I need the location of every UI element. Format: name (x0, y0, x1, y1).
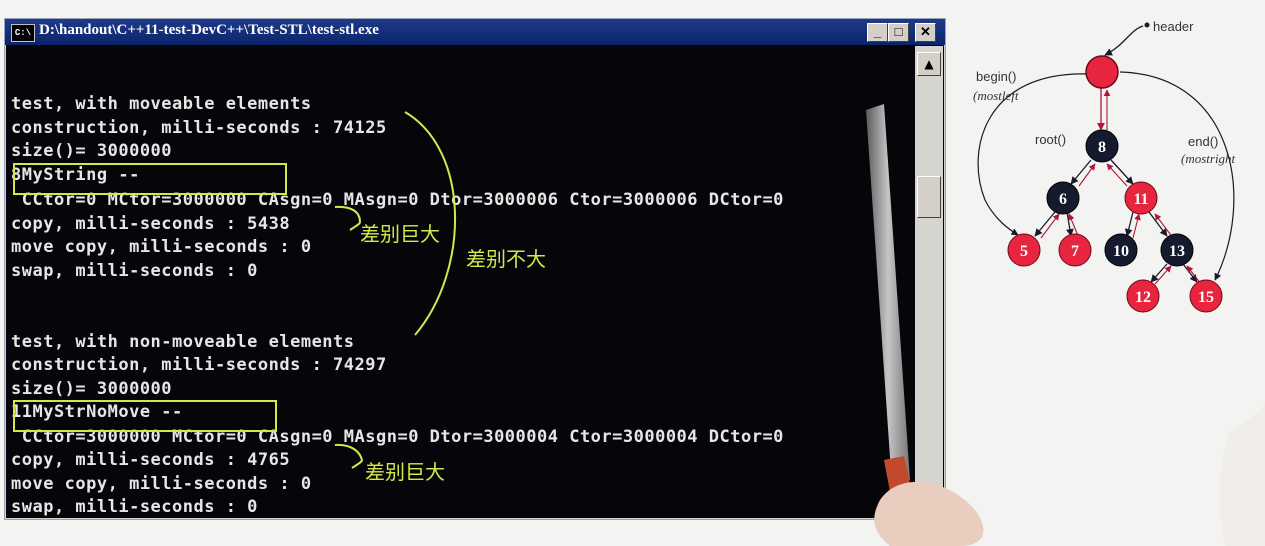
console-line: copy, milli-seconds : 5438 (11, 214, 291, 234)
console-line: size()= 3000000 (11, 379, 173, 399)
highlight-box-mctor (13, 163, 287, 195)
console-line: swap, milli-seconds : 0 (11, 261, 258, 281)
note-big-difference-2: 差别巨大 (365, 460, 445, 484)
console-line: test, with moveable elements (11, 94, 312, 114)
begin-sub-label: (mostleft (973, 88, 1019, 103)
maximize-button[interactable]: □ (888, 23, 909, 42)
note-big-difference-1: 差别巨大 (360, 222, 440, 246)
node-6-label: 6 (1059, 191, 1067, 208)
console-line: construction, milli-seconds : 74125 (11, 118, 387, 138)
console-line: swap, milli-seconds : 0 (11, 497, 258, 516)
scroll-up-arrow-icon[interactable]: ▲ (917, 52, 941, 76)
node-5-label: 5 (1020, 243, 1028, 260)
edge (1124, 211, 1134, 237)
header-label: header (1153, 19, 1194, 34)
console-line: size()= 3000000 (11, 141, 173, 161)
parent-edge (1132, 213, 1141, 239)
minimize-button[interactable]: _ (867, 23, 888, 42)
header-node (1085, 55, 1119, 89)
console-line: move copy, milli-seconds : 0 (11, 237, 312, 257)
console-line: copy, milli-seconds : 4765 (11, 450, 291, 470)
console-output[interactable]: test, with moveable elements constructio… (5, 46, 910, 516)
node-15-label: 15 (1198, 289, 1214, 306)
red-black-tree-diagram: header begin() (mostleft root() end() (m… (973, 19, 1236, 313)
console-line: move copy, milli-seconds : 0 (11, 474, 312, 494)
header-arrow (1104, 25, 1144, 56)
node-12-label: 12 (1135, 289, 1151, 306)
node-13-label: 13 (1169, 243, 1185, 260)
parent-edge (1078, 163, 1096, 187)
title-bar[interactable]: C:\ D:\handout\C++11-test-DevC++\Test-ST… (5, 19, 945, 45)
root-label: root() (1035, 132, 1066, 147)
node-10-label: 10 (1113, 243, 1129, 260)
console-line: construction, milli-seconds : 74297 (11, 355, 387, 375)
scroll-thumb[interactable] (917, 176, 941, 218)
vertical-scrollbar[interactable]: ▲ (915, 46, 943, 516)
end-sub-label: (mostright (1181, 151, 1236, 166)
begin-label: begin() (976, 69, 1016, 84)
node-8-label: 8 (1098, 139, 1106, 156)
end-label: end() (1188, 134, 1218, 149)
console-app-icon[interactable]: C:\ (11, 24, 35, 42)
edge (1070, 159, 1092, 185)
edge (1148, 211, 1168, 237)
highlight-box-cctor (13, 400, 277, 432)
console-line: test, with non-moveable elements (11, 332, 355, 352)
edge (1065, 211, 1074, 237)
close-button[interactable]: ✕ (915, 23, 936, 42)
parent-edge (1154, 213, 1174, 239)
presenter-sleeve (1219, 400, 1265, 546)
note-small-difference: 差别不大 (466, 247, 546, 271)
edge (1182, 263, 1198, 283)
window-title: D:\handout\C++11-test-DevC++\Test-STL\te… (39, 22, 379, 38)
header-dot (1144, 22, 1150, 28)
node-7-label: 7 (1071, 243, 1079, 260)
node-11-label: 11 (1133, 191, 1148, 208)
